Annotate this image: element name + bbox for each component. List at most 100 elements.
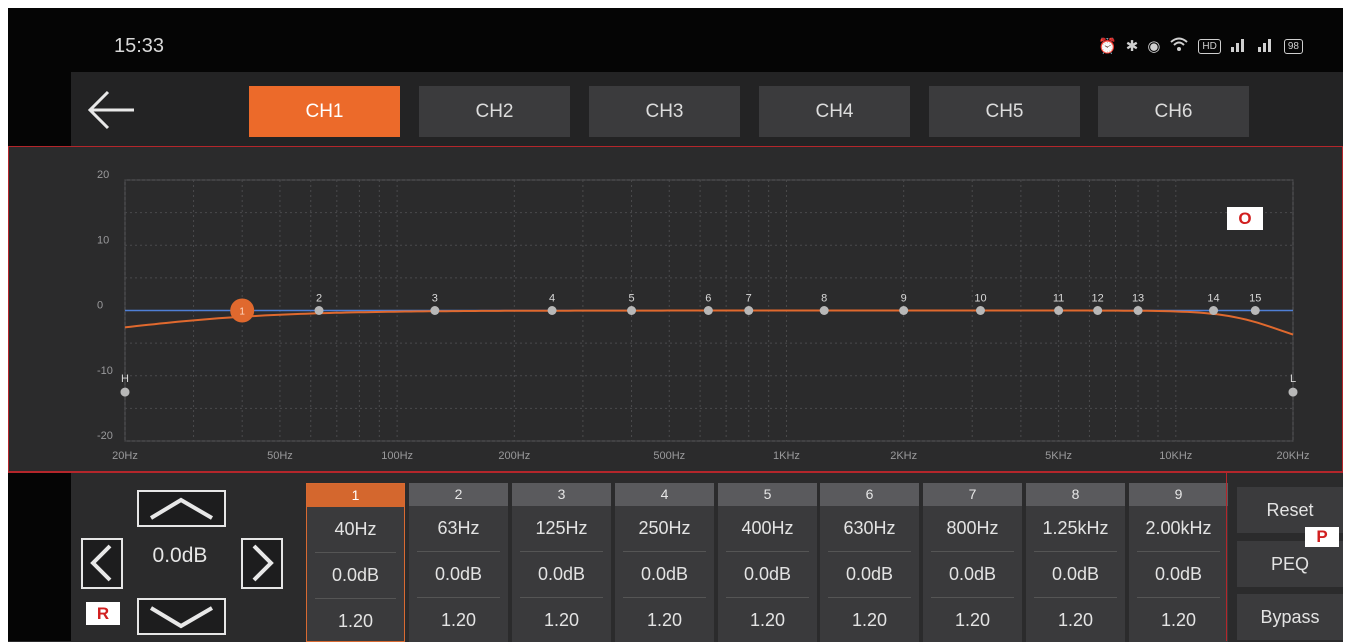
band-gain[interactable]: 0.0dB	[520, 552, 603, 598]
x-tick-label: 20KHz	[1276, 450, 1309, 462]
band-frequency[interactable]: 2.00kHz	[1137, 506, 1220, 552]
lowpass-label: L	[1290, 373, 1296, 385]
tab-ch4[interactable]: CH4	[759, 86, 910, 137]
gain-up-button[interactable]	[137, 490, 226, 527]
band-column-5[interactable]: 5 400Hz 0.0dB 1.20	[718, 483, 817, 642]
band-next-button[interactable]	[241, 538, 283, 589]
alarm-icon: ⏰	[1098, 37, 1117, 55]
band-point-label: 13	[1132, 293, 1144, 305]
band-gain[interactable]: 0.0dB	[623, 552, 706, 598]
band-column-9[interactable]: 9 2.00kHz 0.0dB 1.20	[1129, 483, 1228, 642]
band-point-label: 7	[746, 293, 752, 305]
band-number: 2	[409, 483, 508, 506]
band-point	[1250, 306, 1260, 315]
band-frequency[interactable]: 250Hz	[623, 506, 706, 552]
band-number: 1	[307, 484, 404, 507]
x-tick-label: 50Hz	[267, 450, 293, 462]
band-point-label: 5	[628, 293, 634, 305]
left-frame-bottom	[8, 473, 71, 641]
x-tick-label: 10KHz	[1159, 450, 1192, 462]
band-gain[interactable]: 0.0dB	[931, 552, 1014, 598]
band-point	[547, 306, 557, 315]
y-tick-label: 10	[97, 234, 109, 246]
marker-o-label: O	[1227, 207, 1263, 230]
band-prev-button[interactable]	[81, 538, 123, 589]
band-point	[975, 306, 985, 315]
band-gain[interactable]: 0.0dB	[1137, 552, 1220, 598]
left-frame	[8, 72, 71, 151]
chevron-up-icon	[149, 497, 214, 520]
tab-ch1[interactable]: CH1	[249, 86, 400, 137]
band-q[interactable]: 1.20	[1034, 598, 1117, 643]
status-bar: 15:33 ⏰ ✱ ◉ HD 98	[8, 8, 1343, 72]
tab-ch5[interactable]: CH5	[929, 86, 1080, 137]
band-point	[899, 306, 909, 315]
band-q[interactable]: 1.20	[726, 598, 809, 643]
y-tick-label: -20	[97, 430, 113, 442]
battery-icon: 98	[1283, 39, 1303, 54]
band-frequency[interactable]: 63Hz	[417, 506, 500, 552]
band-point-label: 1	[239, 307, 245, 318]
band-column-7[interactable]: 7 800Hz 0.0dB 1.20	[923, 483, 1022, 642]
band-gain[interactable]: 0.0dB	[315, 553, 396, 599]
band-column-8[interactable]: 8 1.25kHz 0.0dB 1.20	[1026, 483, 1125, 642]
band-gain[interactable]: 0.0dB	[1034, 552, 1117, 598]
band-point	[1133, 306, 1143, 315]
chevron-right-icon	[252, 544, 274, 582]
tab-ch3[interactable]: CH3	[589, 86, 740, 137]
tab-ch6[interactable]: CH6	[1098, 86, 1249, 137]
bypass-button[interactable]: Bypass	[1237, 594, 1343, 640]
band-frequency[interactable]: 400Hz	[726, 506, 809, 552]
band-number: 5	[718, 483, 817, 506]
band-frequency[interactable]: 800Hz	[931, 506, 1014, 552]
band-column-4[interactable]: 4 250Hz 0.0dB 1.20	[615, 483, 714, 642]
band-q[interactable]: 1.20	[828, 598, 911, 643]
band-column-6[interactable]: 6 630Hz 0.0dB 1.20	[820, 483, 919, 642]
y-tick-label: 0	[97, 300, 103, 312]
band-column-1[interactable]: 1 40Hz 0.0dB 1.20	[306, 483, 405, 642]
band-q[interactable]: 1.20	[931, 598, 1014, 643]
band-number: 6	[820, 483, 919, 506]
band-point-label: 8	[821, 293, 827, 305]
band-gain[interactable]: 0.0dB	[726, 552, 809, 598]
band-number: 8	[1026, 483, 1125, 506]
chevron-down-icon	[149, 606, 214, 629]
x-tick-label: 20Hz	[112, 450, 138, 462]
status-time: 15:33	[114, 35, 165, 57]
back-button[interactable]	[84, 88, 140, 132]
hd-icon: HD	[1198, 39, 1221, 54]
side-divider	[1226, 473, 1227, 641]
band-point-label: 4	[549, 293, 555, 305]
band-gain[interactable]: 0.0dB	[417, 552, 500, 598]
band-point-label: 12	[1092, 293, 1104, 305]
peq-button[interactable]: PEQ	[1237, 541, 1343, 587]
band-point	[703, 306, 713, 315]
tab-ch2[interactable]: CH2	[419, 86, 570, 137]
band-q[interactable]: 1.20	[1137, 598, 1220, 643]
band-q[interactable]: 1.20	[623, 598, 706, 643]
band-gain[interactable]: 0.0dB	[828, 552, 911, 598]
band-column-2[interactable]: 2 63Hz 0.0dB 1.20	[409, 483, 508, 642]
band-frequency[interactable]: 630Hz	[828, 506, 911, 552]
band-frequency[interactable]: 1.25kHz	[1034, 506, 1117, 552]
band-point-label: 9	[901, 293, 907, 305]
band-point	[1093, 306, 1103, 315]
y-tick-label: -10	[97, 365, 113, 377]
band-q[interactable]: 1.20	[315, 599, 396, 644]
band-point-label: 2	[316, 293, 322, 305]
x-tick-label: 500Hz	[653, 450, 685, 462]
band-frequency[interactable]: 125Hz	[520, 506, 603, 552]
band-number: 9	[1129, 483, 1228, 506]
band-q[interactable]: 1.20	[417, 598, 500, 643]
band-point-label: 3	[432, 293, 438, 305]
chevron-left-icon	[90, 544, 112, 582]
gain-down-button[interactable]	[137, 598, 226, 635]
lowpass-point	[1288, 387, 1298, 397]
band-frequency[interactable]: 40Hz	[315, 507, 396, 553]
highpass-point	[120, 387, 130, 397]
highpass-label: H	[121, 373, 129, 385]
eq-graph[interactable]: 20 10 0 -10 -20 20Hz 50Hz 100Hz 200Hz 500Hz 1KHz 2K…	[8, 146, 1343, 470]
band-column-3[interactable]: 3 125Hz 0.0dB 1.20	[512, 483, 611, 642]
band-number: 7	[923, 483, 1022, 506]
band-q[interactable]: 1.20	[520, 598, 603, 643]
